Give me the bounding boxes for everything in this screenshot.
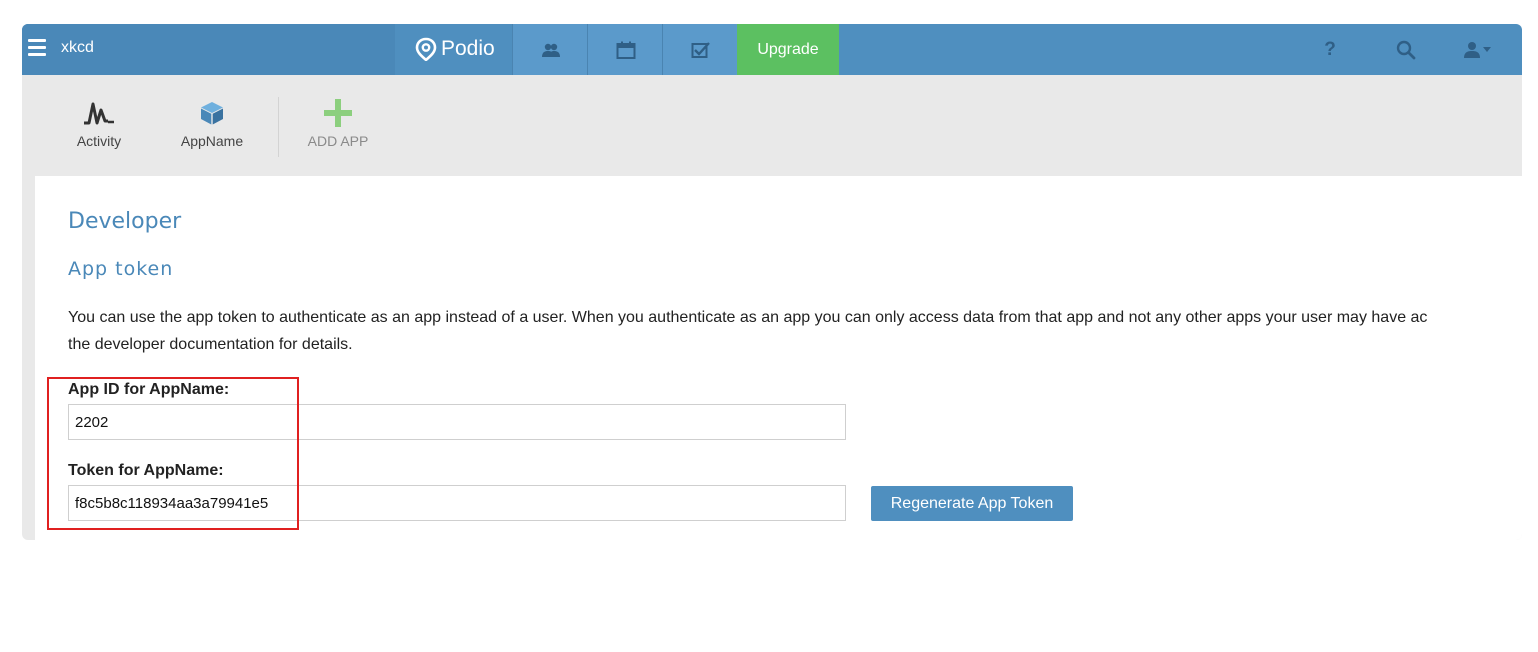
tasks-button[interactable] <box>662 24 738 75</box>
app-strip: Activity AppName ADD APP <box>22 75 1522 176</box>
cube-icon <box>201 102 223 125</box>
workspace-zone: xkcd <box>22 24 395 75</box>
app-frame: xkcd Podio Upgrade ? Activity AppName AD… <box>22 24 1522 540</box>
chevron-down-icon <box>1483 46 1491 52</box>
plus-icon <box>324 99 352 127</box>
token-label: Token for AppName: <box>68 462 224 479</box>
top-bar: xkcd Podio Upgrade ? <box>22 24 1522 75</box>
developer-panel: Developer App token You can use the app … <box>35 176 1522 540</box>
token-field[interactable] <box>68 485 846 521</box>
calendar-button[interactable] <box>587 24 663 75</box>
calendar-icon <box>616 41 635 59</box>
app-token-description: You can use the app token to authenticat… <box>68 309 1428 353</box>
section-title: App token <box>68 258 174 280</box>
workspace-name[interactable]: xkcd <box>61 39 94 57</box>
user-menu-button[interactable] <box>1452 24 1502 75</box>
podio-pin-icon <box>415 37 437 61</box>
app-item-appname[interactable]: AppName <box>162 97 262 149</box>
contacts-icon <box>541 43 560 57</box>
help-icon[interactable]: ? <box>1310 24 1350 75</box>
add-app-label: ADD APP <box>307 133 369 149</box>
contacts-button[interactable] <box>512 24 588 75</box>
regenerate-token-button[interactable]: Regenerate App Token <box>871 486 1073 521</box>
page-title: Developer <box>68 209 182 234</box>
strip-divider <box>278 97 279 157</box>
app-id-field[interactable] <box>68 404 846 440</box>
menu-icon[interactable] <box>28 39 46 57</box>
brand-name: Podio <box>441 37 495 60</box>
podio-logo[interactable]: Podio <box>415 35 495 63</box>
search-button[interactable] <box>1386 24 1426 75</box>
app-item-activity[interactable]: Activity <box>49 97 149 149</box>
add-app-button[interactable]: ADD APP <box>288 97 388 149</box>
activity-icon <box>84 102 114 125</box>
upgrade-button[interactable]: Upgrade <box>737 24 839 75</box>
task-check-icon <box>691 41 710 58</box>
app-item-label: Activity <box>76 133 122 149</box>
app-id-label: App ID for AppName: <box>68 381 230 398</box>
app-item-label: AppName <box>180 133 244 149</box>
user-icon <box>1464 41 1480 58</box>
search-icon <box>1396 40 1416 59</box>
